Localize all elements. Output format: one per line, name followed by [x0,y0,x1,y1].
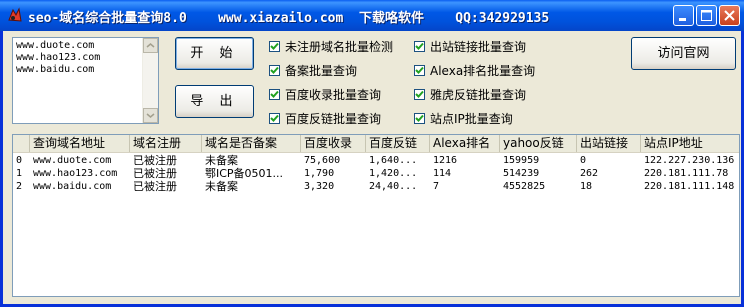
column-header[interactable]: Alexa排名 [430,135,500,152]
cell-alexa-rank: 114 [433,168,452,179]
option-yahoo-backlinks[interactable]: 雅虎反链批量查询 [414,86,526,102]
option-alexa-rank[interactable]: Alexa排名批量查询 [414,62,535,78]
domain-line: www.hao123.com [16,52,101,63]
cell-outbound-links: 18 [580,181,593,192]
checkmark-icon [270,90,279,98]
column-header[interactable]: 域名注册 [130,135,202,152]
cell-alexa-rank: 1216 [433,155,458,166]
checkbox[interactable] [414,88,425,100]
cell-domain: www.duote.com [33,155,112,166]
checkmark-icon [270,114,279,122]
cell-domain: www.hao123.com [33,168,118,179]
option-icp-record[interactable]: 备案批量查询 [269,62,357,78]
checkbox[interactable] [414,64,425,76]
cell-baidu-index: 3,320 [304,181,335,192]
cell-site-ip: 122.227.230.136 [644,155,735,166]
maximize-button[interactable] [696,5,717,26]
cell-yahoo-backlinks: 514239 [503,168,540,179]
column-header[interactable]: 出站链接 [577,135,641,152]
table-row[interactable]: 0 www.duote.com 已被注册 未备案 75,600 1,640...… [13,154,739,167]
cell-icp: 未备案 [205,154,238,167]
chevron-up-icon [146,43,155,48]
window-title: seo-域名综合批量查询8.0 www.xiazailo.com 下载咯软件 Q… [28,11,550,26]
vertical-scrollbar[interactable] [142,38,158,123]
option-label: 雅虎反链批量查询 [430,87,527,102]
close-button[interactable] [719,5,740,26]
cell-baidu-index: 75,600 [304,155,341,166]
domain-line: www.duote.com [16,40,95,51]
checkbox[interactable] [414,112,425,124]
cell-baidu-backlinks: 1,420... [369,168,418,179]
option-label: 站点IP批量查询 [430,111,513,126]
column-header-index[interactable] [13,135,30,152]
checkbox[interactable] [269,88,280,100]
option-site-ip[interactable]: 站点IP批量查询 [414,110,513,126]
cell-site-ip: 220.181.111.148 [644,181,735,192]
app-window: seo-域名综合批量查询8.0 www.xiazailo.com 下载咯软件 Q… [0,0,744,307]
scroll-down-arrow[interactable] [143,108,158,123]
cell-site-ip: 220.181.111.78 [644,168,729,179]
scroll-up-arrow[interactable] [143,38,158,53]
cell-outbound-links: 0 [580,155,587,166]
domains-textarea[interactable]: www.duote.com www.hao123.com www.baidu.c… [12,37,159,124]
option-label: 备案批量查询 [285,63,358,78]
row-index: 2 [16,181,23,192]
checkmark-icon [415,66,424,74]
option-label: 未注册域名批量检测 [285,39,394,54]
checkmark-icon [415,42,424,50]
minimize-icon [679,18,686,21]
checkbox[interactable] [269,64,280,76]
table-row[interactable]: 1 www.hao123.com 已被注册 鄂ICP备0501... 1,790… [13,167,739,180]
title-bar[interactable]: seo-域名综合批量查询8.0 www.xiazailo.com 下载咯软件 Q… [0,0,744,31]
option-label: 百度反链批量查询 [285,111,382,126]
cell-registration: 已被注册 [133,154,177,167]
checkmark-icon [270,42,279,50]
export-button[interactable]: 导 出 [175,85,254,118]
row-index: 0 [16,155,23,166]
cell-baidu-backlinks: 1,640... [369,155,418,166]
row-index: 1 [16,168,23,179]
cell-yahoo-backlinks: 159959 [503,155,540,166]
option-label: Alexa排名批量查询 [430,63,536,78]
option-label: 百度收录批量查询 [285,87,382,102]
cell-outbound-links: 262 [580,168,599,179]
option-outbound-links[interactable]: 出站链接批量查询 [414,38,526,54]
maximize-icon [701,10,712,21]
checkbox[interactable] [414,40,425,52]
close-icon [724,10,735,21]
table-header: 查询域名地址 域名注册 域名是否备案 百度收录 百度反链 Alexa排名 yah… [13,135,739,153]
cell-registration: 已被注册 [133,167,177,180]
option-baidu-index[interactable]: 百度收录批量查询 [269,86,381,102]
domain-line: www.baidu.com [16,64,95,75]
column-header[interactable]: yahoo反链 [500,135,577,152]
checkbox[interactable] [269,112,280,124]
checkmark-icon [415,90,424,98]
checkmark-icon [270,66,279,74]
cell-yahoo-backlinks: 4552825 [503,181,546,192]
cell-baidu-backlinks: 24,40... [369,181,418,192]
column-header[interactable]: 域名是否备案 [202,135,301,152]
cell-icp: 未备案 [205,180,238,193]
table-row[interactable]: 2 www.baidu.com 已被注册 未备案 3,320 24,40... … [13,180,739,193]
option-baidu-backlinks[interactable]: 百度反链批量查询 [269,110,381,126]
cell-domain: www.baidu.com [33,181,112,192]
cell-registration: 已被注册 [133,180,177,193]
visit-site-button[interactable]: 访问官网 [631,37,736,70]
checkbox[interactable] [269,40,280,52]
column-header[interactable]: 站点IP地址 [641,135,739,152]
checkmark-icon [415,114,424,122]
results-table[interactable]: 查询域名地址 域名注册 域名是否备案 百度收录 百度反链 Alexa排名 yah… [12,134,740,297]
column-header[interactable]: 百度反链 [366,135,430,152]
cell-icp: 鄂ICP备0501... [205,167,284,180]
cell-baidu-index: 1,790 [304,168,335,179]
option-label: 出站链接批量查询 [430,39,527,54]
cell-alexa-rank: 7 [433,181,440,192]
column-header[interactable]: 查询域名地址 [30,135,130,152]
minimize-button[interactable] [673,5,694,26]
option-unregistered-domain[interactable]: 未注册域名批量检测 [269,38,393,54]
app-icon [8,7,22,22]
chevron-down-icon [146,113,155,118]
column-header[interactable]: 百度收录 [301,135,366,152]
start-button[interactable]: 开 始 [175,37,254,70]
